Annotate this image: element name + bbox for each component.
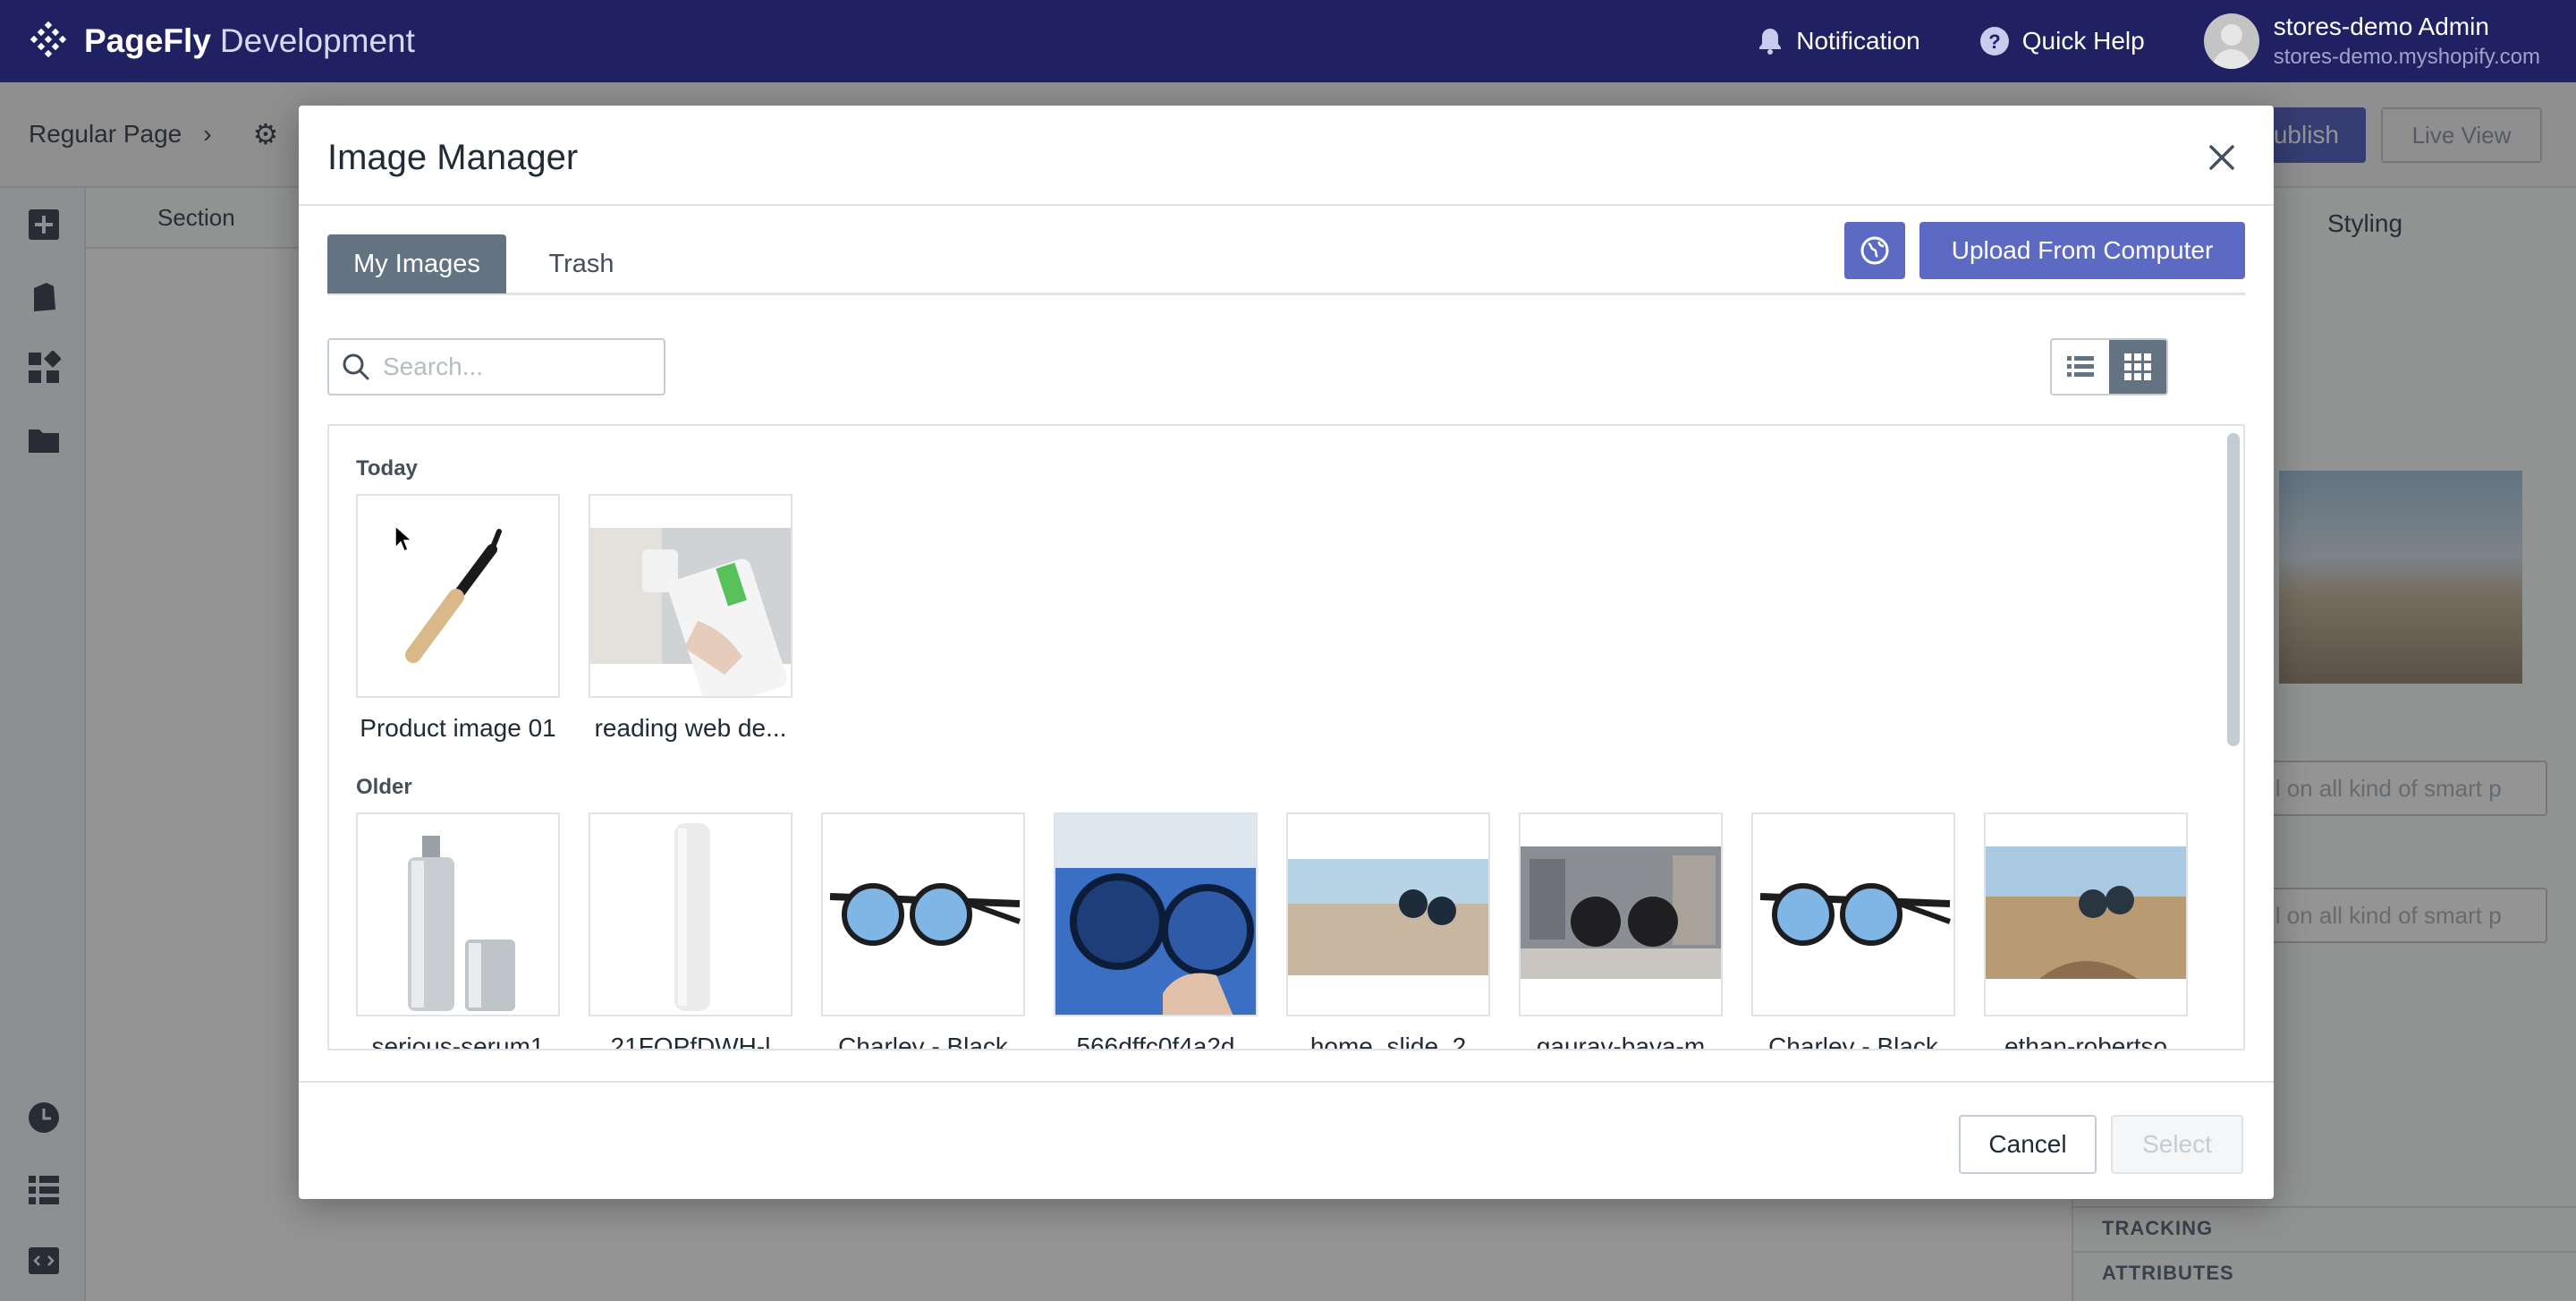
grid-view-button[interactable]: [2109, 340, 2166, 394]
toothbrush-image: [358, 496, 558, 696]
image-card[interactable]: Product image 01: [356, 494, 560, 743]
beach-image: [1288, 814, 1488, 1015]
group-label-today: Today: [356, 456, 418, 480]
image-thumbnail[interactable]: [589, 494, 792, 698]
brand-subtitle: Development: [219, 22, 415, 59]
image-thumbnail[interactable]: [1054, 812, 1258, 1016]
user-menu[interactable]: stores-demo Admin stores-demo.myshopify.…: [2203, 13, 2540, 70]
blue-sunglasses-photo: [1055, 814, 1256, 1015]
image-card[interactable]: 21FQPfDWH-l: [589, 812, 792, 1050]
quick-help-label: Quick Help: [2021, 27, 2145, 55]
user-store: stores-demo.myshopify.com: [2273, 45, 2540, 69]
view-toggle: [2050, 338, 2168, 395]
phone-reading-image: [590, 496, 791, 696]
notification-label: Notification: [1796, 27, 1920, 55]
image-thumbnail[interactable]: [356, 494, 560, 698]
brand[interactable]: PageFly Development: [27, 20, 415, 63]
list-icon: [2067, 356, 2094, 377]
sand-image: [1986, 814, 2186, 1015]
grid-icon: [2124, 353, 2151, 380]
image-thumbnail[interactable]: [821, 812, 1025, 1016]
help-circle-icon: ?: [1979, 27, 2009, 55]
brand-name: PageFly: [84, 22, 211, 59]
avatar: [2203, 13, 2259, 69]
image-card[interactable]: reading web de...: [589, 494, 792, 743]
image-name: home_slide_2: [1309, 1033, 1467, 1050]
image-card[interactable]: serious-serum1: [356, 812, 560, 1050]
image-thumbnail[interactable]: [589, 812, 792, 1016]
image-name: reading web de...: [594, 714, 787, 742]
bottle-image: [590, 814, 791, 1015]
image-card[interactable]: Charley - Black: [821, 812, 1025, 1050]
image-name: serious-serum1: [371, 1033, 545, 1050]
sunglasses-image: [823, 814, 1023, 1015]
image-gallery: Today Product image 01 reading web de...…: [327, 424, 2245, 1050]
pagefly-logo-icon: [30, 21, 67, 58]
image-thumbnail[interactable]: [1519, 812, 1723, 1016]
search-input[interactable]: [383, 353, 651, 381]
search-field: [327, 338, 665, 395]
user-name: stores-demo Admin: [2273, 13, 2489, 40]
image-thumbnail[interactable]: [1286, 812, 1490, 1016]
image-name: 21FQPfDWH-l: [610, 1033, 771, 1050]
cancel-button[interactable]: Cancel: [1959, 1115, 2097, 1174]
image-name: Charley - Black: [838, 1033, 1008, 1050]
image-thumbnail[interactable]: [356, 812, 560, 1016]
top-right-actions: Notification ? Quick Help stores-demo Ad…: [1757, 0, 2540, 82]
image-name: 566dffc0f4a2d: [1076, 1033, 1235, 1050]
close-icon[interactable]: [2204, 140, 2240, 175]
image-name: Charley - Black: [1768, 1033, 1938, 1050]
image-card[interactable]: ethan-robertso: [1984, 812, 2188, 1050]
serum-image: [358, 814, 558, 1015]
dialog-header: Image Manager: [299, 106, 2274, 206]
gallery-scrollbar[interactable]: [2227, 433, 2240, 746]
list-view-button[interactable]: [2052, 340, 2109, 394]
image-card[interactable]: Charley - Black: [1751, 812, 1955, 1050]
import-url-button[interactable]: [1844, 222, 1905, 279]
notification-button[interactable]: Notification: [1757, 27, 1920, 55]
dialog-title: Image Manager: [327, 138, 579, 177]
tab-trash[interactable]: Trash: [506, 234, 657, 293]
image-card[interactable]: home_slide_2: [1286, 812, 1490, 1050]
image-name: ethan-robertso: [2004, 1033, 2168, 1050]
image-card[interactable]: 566dffc0f4a2d: [1054, 812, 1258, 1050]
globe-icon: [1860, 236, 1889, 265]
image-name: gaurav-baya-m: [1536, 1033, 1706, 1050]
image-card[interactable]: gaurav-baya-m: [1519, 812, 1723, 1050]
city-image: [1521, 814, 1721, 1015]
search-icon: [343, 353, 369, 380]
sunglasses-image-2: [1753, 814, 1953, 1015]
tab-my-images[interactable]: My Images: [327, 234, 506, 293]
image-name: Product image 01: [360, 714, 556, 742]
mouse-cursor-icon: [394, 524, 413, 553]
image-manager-dialog: Image Manager My Images Trash Upload Fro…: [299, 106, 2274, 1199]
top-bar: PageFly Development Notification ? Quick…: [0, 0, 2576, 82]
svg-text:?: ?: [1988, 30, 2000, 53]
dialog-footer: Cancel Select: [299, 1081, 2274, 1199]
upload-from-computer-button[interactable]: Upload From Computer: [1919, 222, 2245, 279]
image-thumbnail[interactable]: [1751, 812, 1955, 1016]
group-label-older: Older: [356, 775, 412, 799]
quick-help-button[interactable]: ? Quick Help: [1979, 26, 2145, 56]
image-thumbnail[interactable]: [1984, 812, 2188, 1016]
select-button[interactable]: Select: [2111, 1115, 2243, 1174]
bell-icon: [1759, 29, 1782, 55]
